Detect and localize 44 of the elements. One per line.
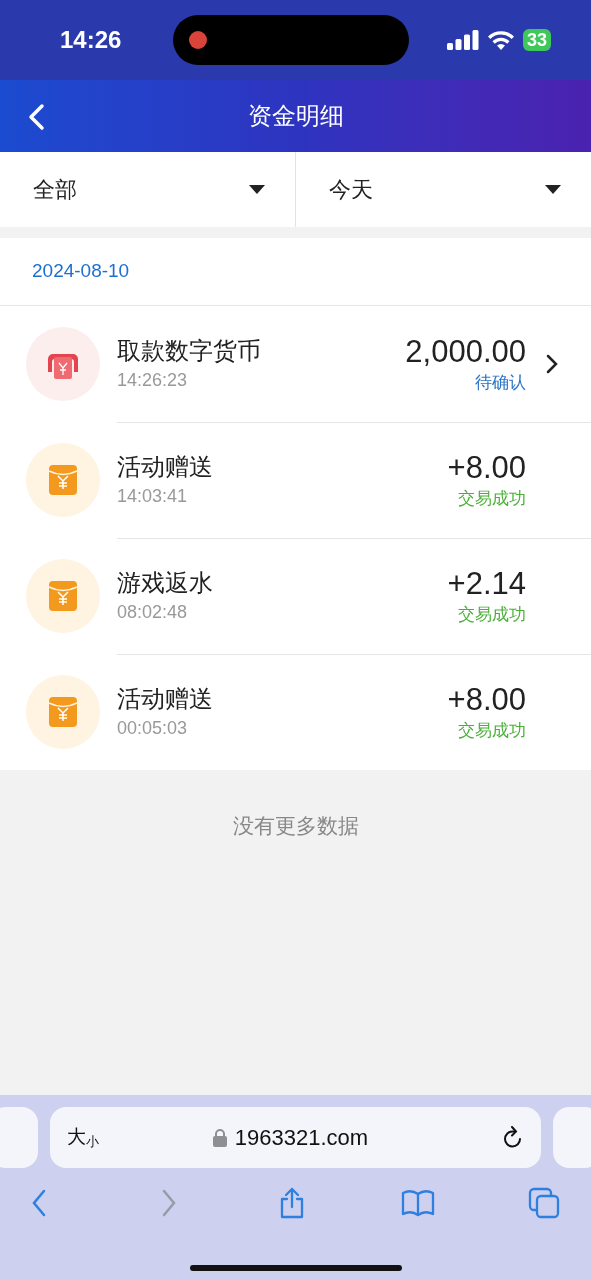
transaction-title: 取款数字货币	[117, 336, 261, 366]
transaction-row[interactable]: 活动赠送 14:03:41 +8.00 交易成功	[0, 422, 591, 538]
date-label: 2024-08-10	[32, 259, 130, 284]
filter-dropdown[interactable]: 今天	[295, 152, 591, 227]
transaction-status: 交易成功	[458, 488, 526, 510]
transaction-status: 交易成功	[458, 604, 526, 626]
transaction-time: 00:05:03	[117, 717, 189, 740]
battery-level: 33	[522, 29, 551, 51]
cash-card-icon	[25, 326, 101, 402]
transaction-row[interactable]: 活动赠送 00:05:03 +8.00 交易成功	[0, 654, 591, 770]
next-tab-edge[interactable]	[553, 1107, 591, 1168]
transaction-amount: +2.14	[447, 565, 526, 603]
transaction-time: 14:03:41	[117, 485, 189, 508]
book-icon[interactable]	[401, 1187, 435, 1217]
transaction-status: 交易成功	[458, 720, 526, 742]
transaction-time: 08:02:48	[117, 601, 189, 624]
envelope-icon	[25, 674, 101, 750]
caret-icon	[545, 184, 561, 195]
reload-icon[interactable]	[502, 1125, 524, 1150]
filter-dropdown[interactable]: 全部	[0, 152, 295, 227]
envelope-icon	[25, 442, 101, 518]
transaction-row[interactable]: 游戏返水 08:02:48 +2.14 交易成功	[0, 538, 591, 654]
transaction-row[interactable]: 取款数字货币 14:26:23 2,000.00 待确认	[0, 306, 591, 422]
no-more-data-text: 没有更多数据	[231, 813, 360, 839]
transaction-amount: +8.00	[447, 449, 526, 487]
back-icon[interactable]	[26, 103, 46, 131]
previous-tab-edge[interactable]	[0, 1107, 38, 1168]
transaction-title: 活动赠送	[117, 452, 213, 482]
page-title: 资金明细	[247, 101, 344, 131]
caret-icon	[249, 184, 265, 195]
transaction-title: 游戏返水	[117, 568, 213, 598]
signal-icon	[446, 30, 479, 50]
url-text: 1963321.com	[234, 1124, 369, 1152]
tabs-icon[interactable]	[528, 1187, 560, 1219]
envelope-icon	[25, 558, 101, 634]
status-time: 14:26	[60, 25, 122, 55]
wifi-icon	[486, 30, 515, 50]
share-icon[interactable]	[278, 1187, 306, 1219]
transaction-status: 待确认	[475, 372, 526, 394]
transaction-title: 活动赠送	[117, 684, 213, 714]
transaction-amount: +8.00	[447, 681, 526, 719]
transaction-amount: 2,000.00	[405, 333, 526, 371]
transaction-time: 14:26:23	[117, 369, 189, 392]
lock-icon	[212, 1128, 227, 1147]
